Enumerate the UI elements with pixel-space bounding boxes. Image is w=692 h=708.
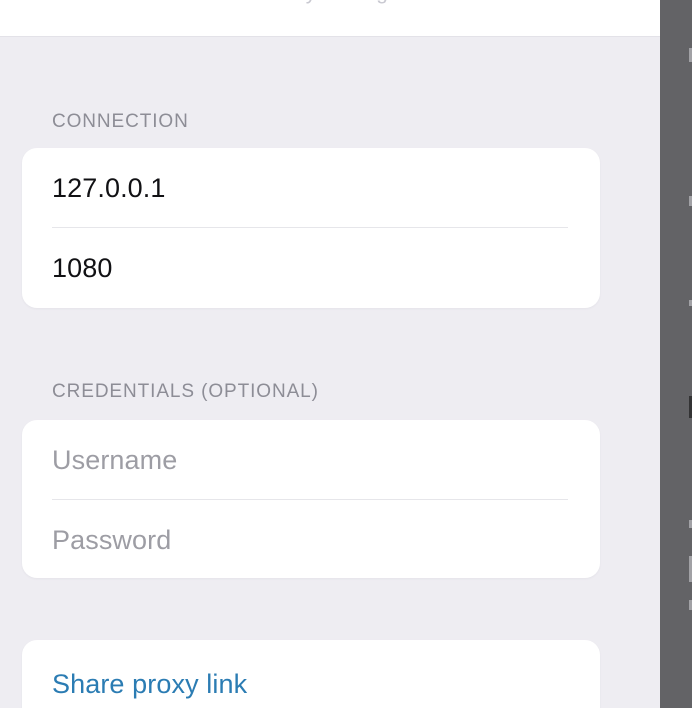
port-input-value[interactable]: 1080	[52, 254, 112, 282]
password-field-row[interactable]: Password	[22, 500, 600, 578]
host-input-value[interactable]: 127.0.0.1	[52, 174, 166, 202]
actions-card: Share proxy link	[22, 640, 600, 708]
section-header-credentials: CREDENTIALS (OPTIONAL)	[52, 381, 319, 402]
background-window-edge	[660, 0, 692, 708]
connection-card: 127.0.0.1 1080	[22, 148, 600, 308]
top-navigation-bar: Proxy settings	[0, 0, 660, 37]
password-input-placeholder[interactable]: Password	[52, 526, 171, 554]
port-field-row[interactable]: 1080	[22, 228, 600, 308]
proxy-settings-panel: Proxy settings CONNECTION 127.0.0.1 1080…	[0, 0, 660, 708]
host-field-row[interactable]: 127.0.0.1	[22, 148, 600, 228]
share-proxy-link-row[interactable]: Share proxy link	[22, 640, 600, 708]
share-proxy-link-label[interactable]: Share proxy link	[52, 670, 247, 698]
clipped-screen-title: Proxy settings	[0, 0, 660, 5]
app-screen: Proxy settings CONNECTION 127.0.0.1 1080…	[0, 0, 692, 708]
username-input-placeholder[interactable]: Username	[52, 446, 177, 474]
top-bar-separator	[0, 36, 660, 37]
username-field-row[interactable]: Username	[22, 420, 600, 500]
section-header-connection: CONNECTION	[52, 111, 189, 132]
credentials-card: Username Password	[22, 420, 600, 578]
